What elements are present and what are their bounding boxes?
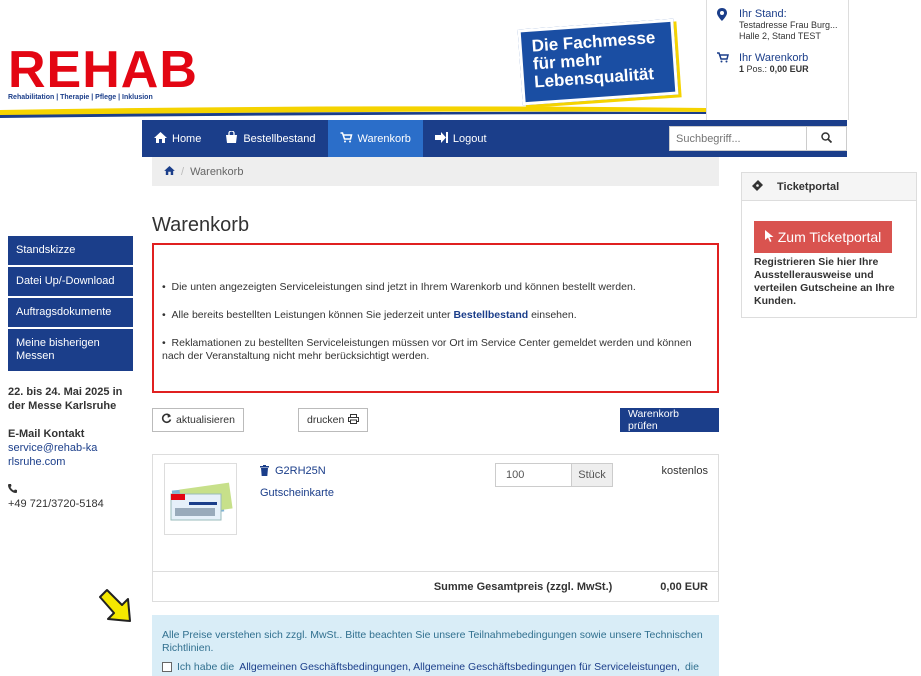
ticket-panel-title: Ticketportal	[777, 180, 840, 193]
nav-home-label: Home	[172, 132, 202, 145]
quantity-unit: Stück	[571, 463, 613, 487]
cart-summary: 1 Pos.: 0,00 EUR	[739, 64, 809, 75]
header-swoosh	[0, 106, 706, 118]
item-price: kostenlos	[661, 465, 708, 477]
nav-home[interactable]: Home	[142, 120, 213, 157]
stand-title[interactable]: Ihr Stand:	[739, 8, 838, 20]
ticket-panel-header: Ticketportal	[742, 173, 916, 201]
sum-row: Summe Gesamtpreis (zzgl. MwSt.) 0,00 EUR	[153, 571, 718, 602]
cart-title[interactable]: Ihr Warenkorb	[739, 52, 809, 64]
fachmesse-banner: Die Fachmesse für mehr Lebensqualität	[517, 18, 679, 106]
ticket-icon	[752, 179, 763, 194]
nav-bestellbestand-label: Bestellbestand	[243, 132, 316, 145]
email-contact-title: E-Mail Kontakt	[8, 428, 85, 440]
print-icon	[348, 413, 360, 427]
sidebar-item-datei-upload[interactable]: Datei Up/-Download	[8, 267, 133, 296]
shopping-bag-icon	[225, 130, 238, 146]
check-cart-label: Warenkorb prüfen	[628, 408, 679, 432]
event-date: 22. bis 24. Mai 2025 in der Messe Karlsr…	[8, 386, 123, 412]
price-info-text: Alle Preise verstehen sich zzgl. MwSt.. …	[162, 629, 703, 654]
agb-checkbox[interactable]	[162, 662, 172, 672]
pointer-arrow-icon	[99, 589, 131, 622]
header: REHAB Rehabilitation | Therapie | Pflege…	[0, 0, 921, 120]
breadcrumb-current: Warenkorb	[190, 165, 244, 178]
check-cart-button[interactable]: Warenkorb prüfen	[620, 408, 719, 432]
ticketportal-label: Zum Ticketportal	[777, 229, 882, 245]
agb-post: die	[684, 661, 699, 673]
print-button[interactable]: drucken	[298, 408, 369, 432]
cart-sum: 0,00 EUR	[769, 64, 809, 74]
sum-label: Summe Gesamtpreis (zzgl. MwSt.)	[433, 581, 613, 593]
refresh-button[interactable]: aktualisieren	[152, 408, 244, 432]
ticket-description: Registrieren Sie hier Ihre Ausstelleraus…	[754, 256, 895, 307]
cart-table: G2RH25N Gutscheinkarte 100 Stück kostenl…	[152, 454, 719, 602]
sum-value: 0,00 EUR	[660, 581, 708, 593]
refresh-icon	[161, 413, 172, 427]
cart-pos-label: Pos.:	[746, 64, 768, 74]
search-input[interactable]	[669, 126, 807, 151]
email-link[interactable]: service@rehab-karlsruhe.com	[8, 441, 98, 469]
search-button[interactable]	[807, 126, 847, 151]
nav-bestellbestand[interactable]: Bestellbestand	[213, 120, 327, 157]
search-bar	[669, 126, 847, 151]
sidebar-item-auftragsdokumente[interactable]: Auftragsdokumente	[8, 298, 133, 327]
cart-icon	[717, 52, 731, 75]
nav-logout-label: Logout	[452, 132, 487, 145]
notice-item: • Die unten angezeigten Serviceleistunge…	[162, 281, 636, 293]
map-marker-icon	[717, 8, 731, 42]
agb-pre: Ich habe die	[177, 661, 235, 673]
print-label: drucken	[307, 414, 345, 426]
notice-item: • Alle bereits bestellten Leistungen kön…	[162, 309, 577, 321]
nav-warenkorb-label: Warenkorb	[357, 132, 411, 145]
item-name[interactable]: Gutscheinkarte	[260, 487, 334, 499]
phone-icon	[8, 484, 17, 496]
phone-contact: +49 721/3720-5184	[8, 483, 133, 511]
home-icon[interactable]	[164, 165, 175, 178]
email-contact: E-Mail Kontakt service@rehab-karlsruhe.c…	[8, 427, 133, 469]
cart-pos-count: 1	[739, 64, 745, 74]
refresh-label: aktualisieren	[176, 414, 235, 426]
sidebar-item-meine-messen[interactable]: Meine bisherigen Messen	[8, 329, 133, 371]
agb-row: Ich habe die Allgemeinen Geschäftsbeding…	[162, 661, 709, 674]
price-info-box: Alle Preise verstehen sich zzgl. MwSt.. …	[152, 615, 719, 676]
sign-out-icon	[434, 131, 448, 146]
ticket-panel: Ticketportal Zum Ticketportal Registrier…	[741, 172, 917, 318]
sidebar: Standskizze Datei Up/-Download Auftragsd…	[8, 236, 133, 511]
logo-text: REHAB	[8, 41, 198, 99]
main-nav: Home Bestellbestand Warenkorb Logout	[142, 120, 847, 157]
trash-icon[interactable]	[260, 465, 269, 479]
nav-warenkorb[interactable]: Warenkorb	[327, 120, 423, 157]
search-icon	[821, 131, 833, 146]
ticketportal-button[interactable]: Zum Ticketportal	[754, 221, 892, 253]
item-code: G2RH25N	[260, 465, 326, 479]
item-code-label[interactable]: G2RH25N	[275, 465, 326, 479]
page-title: Warenkorb	[152, 214, 250, 236]
bestellbestand-link[interactable]: Bestellbestand	[453, 309, 528, 321]
home-icon	[154, 131, 167, 146]
notice-item: • Reklamationen zu bestellten Servicelei…	[162, 337, 692, 362]
cursor-icon	[764, 229, 775, 245]
breadcrumb-separator: /	[181, 165, 185, 178]
cart-icon	[340, 131, 353, 146]
stand-address: Testadresse Frau Burg...	[739, 20, 838, 30]
stand-panel: Ihr Stand: Testadresse Frau Burg... Hall…	[706, 0, 849, 120]
phone-number: +49 721/3720-5184	[8, 498, 104, 510]
nav-logout[interactable]: Logout	[423, 120, 499, 157]
quantity-input[interactable]: 100	[495, 463, 572, 487]
cart-notice: • Die unten angezeigten Serviceleistunge…	[152, 243, 719, 393]
rehab-logo[interactable]: REHAB Rehabilitation | Therapie | Pflege…	[8, 41, 198, 101]
breadcrumb: / Warenkorb	[152, 157, 719, 186]
stand-hall: Halle 2, Stand TEST	[739, 31, 821, 41]
agb-link[interactable]: Allgemeinen Geschäftsbedingungen, Allgem…	[239, 661, 680, 674]
sidebar-item-standskizze[interactable]: Standskizze	[8, 236, 133, 265]
product-thumbnail	[164, 463, 237, 535]
